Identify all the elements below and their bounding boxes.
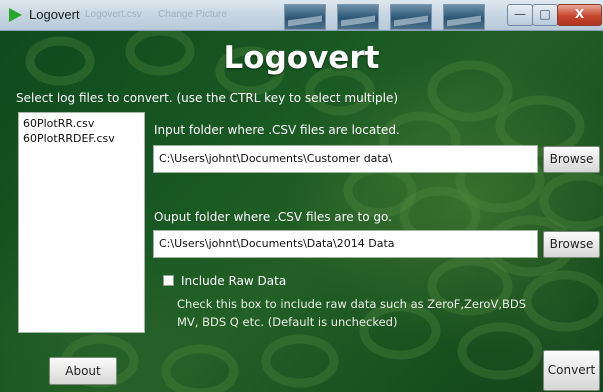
include-raw-data-label[interactable]: Include Raw Data [181,274,286,288]
output-folder-field[interactable]: C:\Users\johnt\Documents\Data\2014 Data [153,230,538,258]
about-button[interactable]: About [49,357,117,385]
background-thumbnail [390,4,432,30]
background-tab-change-picture: Change Picture [158,9,227,20]
title-bar[interactable]: Logovert Logovert.csv Change Picture — □… [0,0,603,31]
convert-button[interactable]: Convert [543,350,600,391]
include-raw-data-checkbox[interactable] [163,275,174,286]
minimize-button[interactable]: — [507,4,533,26]
background-thumbnail [284,4,326,30]
file-list[interactable]: 60PlotRR.csv 60PlotRRDEF.csv [18,112,145,333]
list-item[interactable]: 60PlotRRDEF.csv [23,131,140,146]
browse-input-button[interactable]: Browse [543,146,600,173]
app-window: Logovert Logovert.csv Change Picture — □… [0,0,603,392]
input-folder-field[interactable]: C:\Users\johnt\Documents\Customer data\ [153,145,538,173]
background-tab-logovert: Logovert.csv [85,9,142,20]
output-folder-label: Ouput folder where .CSV files are to go. [154,210,392,224]
include-raw-data-help: Check this box to include raw data such … [177,297,527,329]
instructions-text: Select log files to convert. (use the CT… [16,91,399,105]
main-panel: Logovert Select log files to convert. (u… [0,31,603,392]
background-thumbnail [337,4,379,30]
list-item[interactable]: 60PlotRR.csv [23,116,140,131]
input-folder-label: Input folder where .CSV files are locate… [154,123,400,137]
maximize-button[interactable]: □ [532,4,558,26]
close-button[interactable]: X [557,4,602,26]
background-thumbnail [443,4,485,30]
app-heading: Logovert [223,40,380,76]
app-play-icon [9,8,22,22]
window-title: Logovert [29,7,80,22]
browse-output-button[interactable]: Browse [543,231,600,258]
